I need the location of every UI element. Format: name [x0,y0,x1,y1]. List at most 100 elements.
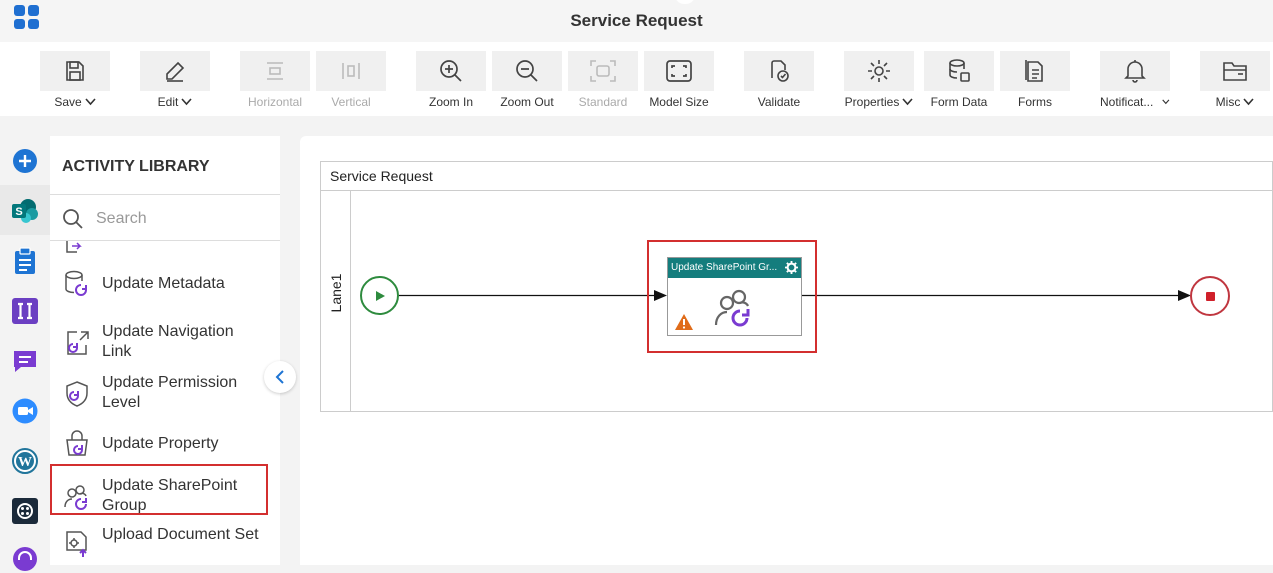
divider [50,194,280,195]
save-button[interactable]: Save [40,51,110,111]
ii-app-icon[interactable] [11,297,39,325]
notification-bell-icon [1124,60,1146,83]
list-item-label: Upload Document Set [102,526,259,543]
zoom-out-button[interactable]: Zoom Out [492,51,562,111]
library-item-highlight [50,464,268,515]
chevron-down-icon [85,98,96,106]
library-list: Update Metadata Update Navigation Link U… [50,241,280,565]
validate-label: Validate [757,95,801,109]
support-icon[interactable] [11,545,39,573]
edit-label: Edit [157,95,179,109]
search-icon [63,209,83,229]
top-bar: Service Request [0,0,1273,42]
zoom-out-icon [516,60,538,82]
horizontal-label: Horizontal [247,95,303,109]
edit-button[interactable]: Edit [140,51,210,111]
pool-header: Service Request [321,162,1272,191]
toolbar: Save Edit Horizontal Vertical Zoom In Zo… [0,42,1273,116]
warning-icon[interactable] [674,313,694,331]
save-label: Save [54,95,82,109]
start-event[interactable] [360,276,399,315]
chevron-down-icon [181,98,192,106]
activity-title: Update SharePoint Gr... [671,262,778,273]
add-icon[interactable] [11,147,39,175]
notifications-button[interactable]: Notificat... [1100,51,1170,111]
lane-label: Lane1 [328,273,344,313]
zoom-in-label: Zoom In [428,95,473,109]
list-item-label: Update Permission Level [102,374,238,411]
chevron-down-icon [1243,98,1254,106]
standard-label: Standard [578,95,628,109]
forms-icon [1025,60,1043,82]
end-event[interactable] [1190,276,1230,316]
lane-header[interactable]: Lane1 [321,191,351,411]
list-item[interactable]: Upload Document Set [50,526,280,565]
update-sharepoint-group-icon [714,289,750,327]
zoom-in-icon [440,60,462,82]
list-item-label: Update Navigation Link [102,323,234,360]
collapse-library-button[interactable] [264,361,296,393]
svg-text:W: W [18,455,32,470]
update-metadata-icon [65,270,87,296]
zoom-in-button[interactable]: Zoom In [416,51,486,111]
update-permission-level-icon [66,381,88,407]
list-item[interactable]: Update Navigation Link [50,321,280,365]
vertical-layout-button[interactable]: Vertical [316,51,386,111]
update-navigation-link-icon [67,331,89,355]
activity-header: Update SharePoint Gr... [668,258,801,278]
properties-label: Properties [844,95,900,109]
forms-label: Forms [1018,95,1052,109]
form-data-button[interactable]: Form Data [924,51,994,111]
zoom-video-icon[interactable] [11,397,39,425]
list-item[interactable]: Update Permission Level [50,372,280,416]
model-size-button[interactable]: Model Size [644,51,714,111]
stop-icon [1205,291,1215,301]
chevron-left-icon [275,370,284,384]
list-item-label: Update Metadata [102,275,225,292]
search-input[interactable]: Search [96,210,147,228]
standard-size-icon [590,60,616,82]
wordpress-icon[interactable]: W [11,447,39,475]
horizontal-layout-icon [267,62,283,80]
model-size-label: Model Size [649,95,709,109]
title-notch [676,0,694,4]
update-sharepoint-group-activity[interactable]: Update SharePoint Gr... [667,257,802,336]
vertical-layout-icon [342,63,360,79]
library-search[interactable]: Search [62,206,272,232]
grid-app-icon[interactable] [11,497,39,525]
pool-title: Service Request [330,168,433,184]
properties-button[interactable]: Properties [844,51,914,111]
chat-icon[interactable] [11,347,39,375]
form-data-label: Form Data [930,95,988,109]
clipboard-icon[interactable] [11,247,39,275]
upload-document-set-icon [66,531,87,557]
list-item[interactable]: Update Property [50,428,280,460]
standard-size-button[interactable]: Standard [568,51,638,111]
validate-icon [771,60,789,82]
save-icon [66,61,84,81]
list-item[interactable]: Update Metadata [50,269,280,299]
activity-icon [66,241,82,253]
svg-text:S: S [15,206,22,218]
validate-button[interactable]: Validate [744,51,814,111]
forms-button[interactable]: Forms [1000,51,1070,111]
play-icon [375,290,385,301]
chevron-down-icon [902,98,913,106]
chevron-down-icon [1162,99,1170,105]
misc-folder-icon [1223,62,1247,81]
notifications-label: Notificat... [1100,95,1154,109]
page-title: Service Request [570,11,703,30]
sharepoint-icon[interactable]: S [11,197,39,225]
misc-label: Misc [1215,95,1241,109]
zoom-out-label: Zoom Out [500,95,554,109]
properties-gear-icon [868,60,890,82]
form-data-icon [949,59,970,82]
horizontal-layout-button[interactable]: Horizontal [240,51,310,111]
model-size-icon [666,60,692,82]
list-item-label: Update Property [102,435,219,452]
gear-icon[interactable] [785,261,798,274]
edit-icon [166,61,185,82]
misc-button[interactable]: Misc [1200,51,1270,111]
update-property-icon [66,430,88,456]
list-item[interactable] [50,241,280,255]
